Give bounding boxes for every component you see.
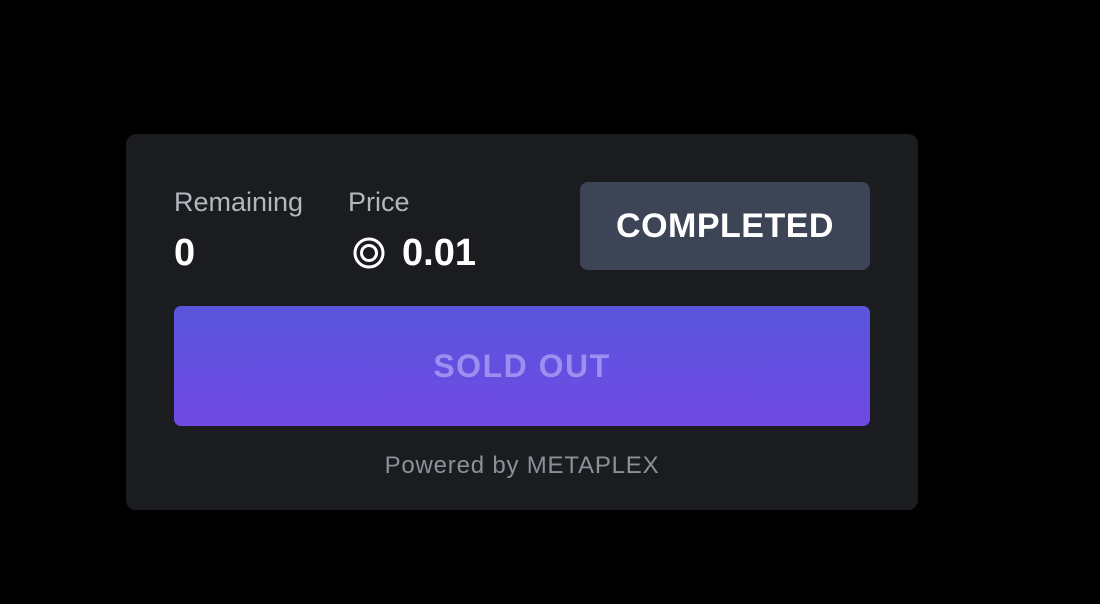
- remaining-value: 0: [174, 232, 303, 274]
- candy-machine-card: Remaining 0 Price 0.01 COMPLETED SOLD OU…: [126, 134, 918, 510]
- solana-circle-icon: [352, 236, 386, 270]
- price-value: 0.01: [348, 232, 476, 274]
- remaining-label: Remaining: [174, 187, 304, 217]
- price-amount: 0.01: [402, 232, 476, 274]
- status-badge: COMPLETED: [580, 182, 870, 270]
- price-stat: Price 0.01: [348, 186, 476, 274]
- sold-out-button[interactable]: SOLD OUT: [174, 306, 870, 426]
- price-label: Price: [348, 187, 410, 217]
- page: Remaining 0 Price 0.01 COMPLETED SOLD OU…: [0, 0, 1100, 604]
- remaining-count: 0: [174, 232, 196, 274]
- remaining-stat: Remaining 0: [174, 186, 303, 274]
- powered-by-footer: Powered by METAPLEX: [384, 452, 660, 479]
